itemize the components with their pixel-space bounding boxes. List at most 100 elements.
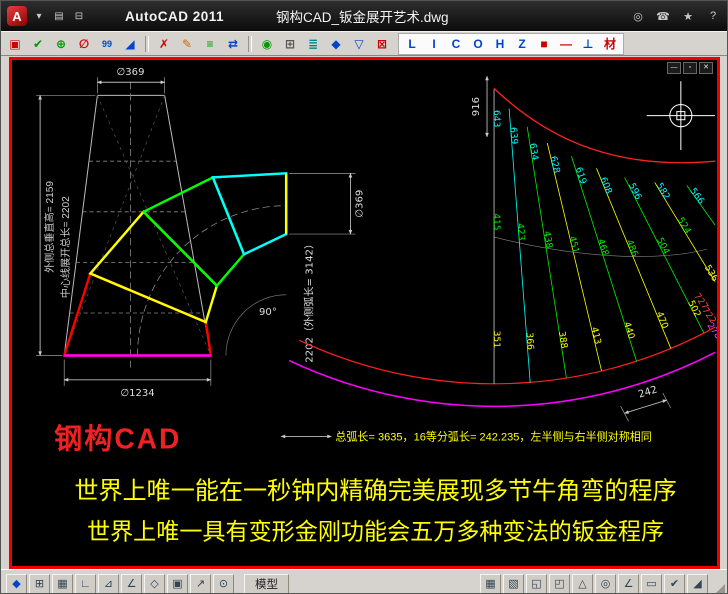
search-icon[interactable]: ◎ xyxy=(630,10,646,23)
osnap-toggle-icon[interactable]: ∠ xyxy=(121,574,142,594)
pan-icon[interactable]: ◱ xyxy=(526,574,547,594)
communication-center-icon[interactable]: ☎ xyxy=(655,10,671,23)
fan-number[interactable]: 619 xyxy=(573,166,588,186)
grid-toggle-icon[interactable]: ▦ xyxy=(52,574,73,594)
fan-number[interactable]: 596 xyxy=(626,182,643,202)
toolbar-button[interactable]: ⊕ xyxy=(50,33,72,54)
toolbar-button[interactable]: ∅ xyxy=(73,33,95,54)
elbow-segment-cyan[interactable] xyxy=(213,173,286,254)
toolbar-button[interactable]: ≡ xyxy=(199,33,221,54)
snap-toggle-icon[interactable]: ⊞ xyxy=(29,574,50,594)
fan-number[interactable]: 438 xyxy=(541,230,554,249)
fan-development[interactable]: 643 639 634 628 619 608 596 582 566 415 … xyxy=(281,76,717,443)
dimension-text[interactable]: ∅1234 xyxy=(120,388,154,399)
help-icon[interactable]: ? xyxy=(705,10,721,22)
quick-access-icon-2[interactable]: ⊟ xyxy=(71,11,87,22)
toolbar-button[interactable]: ◢ xyxy=(119,33,141,54)
elbow-drawing[interactable]: ∅369 外侧总垂直高= 2159 中心线展开总长= 2202 ∅1234 xyxy=(36,67,365,399)
fan-number[interactable]: 524 xyxy=(675,216,693,236)
toolbar-button[interactable]: ✗ xyxy=(153,33,175,54)
drawing-area[interactable]: — ▫ ✕ xyxy=(9,57,720,569)
fan-number[interactable]: 413 xyxy=(589,326,603,345)
fan-number[interactable]: 415 xyxy=(491,213,501,230)
fan-number[interactable]: 423 xyxy=(515,223,526,241)
clean-screen-icon[interactable]: ◢ xyxy=(687,574,708,594)
workspace-icon[interactable]: ◆ xyxy=(6,574,27,594)
favorites-icon[interactable]: ★ xyxy=(680,10,696,23)
ortho-toggle-icon[interactable]: ∟ xyxy=(75,574,96,594)
toolbar-letter-button[interactable]: Z xyxy=(511,33,533,54)
fan-number[interactable]: 643 xyxy=(491,110,501,128)
dimension-text[interactable]: 242 xyxy=(637,384,659,400)
toolbar-button[interactable]: 99 xyxy=(96,33,118,54)
elbow-segment-green[interactable] xyxy=(144,177,244,285)
angle-label[interactable]: 90° xyxy=(259,307,277,318)
quickview-layouts-icon[interactable]: ▧ xyxy=(503,574,524,594)
toolbar-letter-button[interactable]: C xyxy=(445,33,467,54)
slogan-line-1[interactable]: 世界上唯一能在一秒钟内精确完美展现多节牛角弯的程序 xyxy=(74,478,676,505)
dimension-text[interactable]: 916 xyxy=(471,97,482,116)
toolbar-letter-button[interactable]: L xyxy=(401,33,423,54)
fan-bottom-inner-arc[interactable] xyxy=(299,327,715,384)
dimension-text[interactable]: 中心线展开总长= 2202 xyxy=(59,196,72,298)
quickview-drawings-icon[interactable]: ▦ xyxy=(480,574,501,594)
toolbar-button[interactable]: ⊠ xyxy=(371,33,393,54)
toolbar-button[interactable]: ◉ xyxy=(256,33,278,54)
toolbar-letter-button[interactable]: H xyxy=(489,33,511,54)
fan-number[interactable]: 628 xyxy=(547,155,561,174)
fan-number[interactable]: 639 xyxy=(508,127,519,145)
showmotion-icon[interactable]: ◎ xyxy=(595,574,616,594)
fan-number[interactable]: 504 xyxy=(654,236,671,256)
brand-text[interactable]: 钢构CAD xyxy=(54,423,181,455)
toolbar-lock-icon[interactable]: ✔ xyxy=(664,574,685,594)
doc-close-button[interactable]: ✕ xyxy=(699,62,713,74)
fan-number[interactable]: 566 xyxy=(687,186,705,206)
fan-top-arc[interactable] xyxy=(494,88,715,162)
toolbar-letter-button[interactable]: — xyxy=(555,33,577,54)
fan-number[interactable]: 634 xyxy=(527,142,540,161)
fan-number[interactable]: 440 xyxy=(621,321,636,341)
menu-dropdown-icon[interactable]: ▾ xyxy=(31,11,47,22)
elbow-cone[interactable] xyxy=(64,82,211,371)
toolbar-letter-button[interactable]: I xyxy=(423,33,445,54)
annotation-scale-icon[interactable]: ∠ xyxy=(618,574,639,594)
toolbar-button[interactable]: ▣ xyxy=(4,33,26,54)
drawing-viewport[interactable]: ∅369 外侧总垂直高= 2159 中心线展开总长= 2202 ∅1234 xyxy=(12,60,717,566)
toolbar-button[interactable]: ▽ xyxy=(348,33,370,54)
toolbar-button[interactable]: ✎ xyxy=(176,33,198,54)
dyn-toggle-icon[interactable]: ↗ xyxy=(190,574,211,594)
fan-note-text[interactable]: 总弧长= 3635，16等分弧长= 242.235，左半侧与右半侧对称相同 xyxy=(335,429,651,443)
zoom-icon[interactable]: ◰ xyxy=(549,574,570,594)
toolbar-letter-button[interactable]: 材 xyxy=(599,33,621,54)
dimension-text[interactable]: ∅369 xyxy=(355,190,366,218)
toolbar-button[interactable]: ✔ xyxy=(27,33,49,54)
toolbar-button[interactable]: ⇄ xyxy=(222,33,244,54)
fan-number[interactable]: 582 xyxy=(654,182,671,202)
model-tab[interactable]: 模型 xyxy=(244,574,289,594)
lwt-toggle-icon[interactable]: ⊙ xyxy=(213,574,234,594)
dimension-text[interactable]: ∅369 xyxy=(117,67,145,78)
fan-number[interactable]: 536 xyxy=(702,263,717,283)
otrack-toggle-icon[interactable]: ◇ xyxy=(144,574,165,594)
toolbar-letter-button[interactable]: O xyxy=(467,33,489,54)
fan-number[interactable]: 470 xyxy=(654,310,670,330)
slogan-line-2[interactable]: 世界上唯一具有变形金刚功能会五万多种变法的钣金程序 xyxy=(87,519,664,545)
fan-bottom-outer-arc[interactable] xyxy=(289,352,715,406)
dimension-text[interactable]: 外侧总垂直高= 2159 xyxy=(43,181,56,273)
toolbar-button[interactable]: ◆ xyxy=(325,33,347,54)
ducs-toggle-icon[interactable]: ▣ xyxy=(167,574,188,594)
elbow-segments[interactable] xyxy=(64,173,286,355)
polar-toggle-icon[interactable]: ⊿ xyxy=(98,574,119,594)
fan-number[interactable]: 388 xyxy=(556,331,569,350)
toolbar-letter-button[interactable]: ■ xyxy=(533,33,555,54)
autocad-logo-icon[interactable]: A xyxy=(7,6,27,26)
fan-number[interactable]: 366 xyxy=(524,332,535,350)
quick-access-icon[interactable]: ▤ xyxy=(51,11,67,22)
toolbar-button[interactable]: ⊞ xyxy=(279,33,301,54)
doc-minimize-button[interactable]: — xyxy=(667,62,681,74)
doc-restore-button[interactable]: ▫ xyxy=(683,62,697,74)
steeringwheel-icon[interactable]: △ xyxy=(572,574,593,594)
resize-grip[interactable] xyxy=(714,584,725,594)
fan-number[interactable]: 486 xyxy=(624,239,640,259)
fan-number[interactable]: 608 xyxy=(598,176,614,196)
